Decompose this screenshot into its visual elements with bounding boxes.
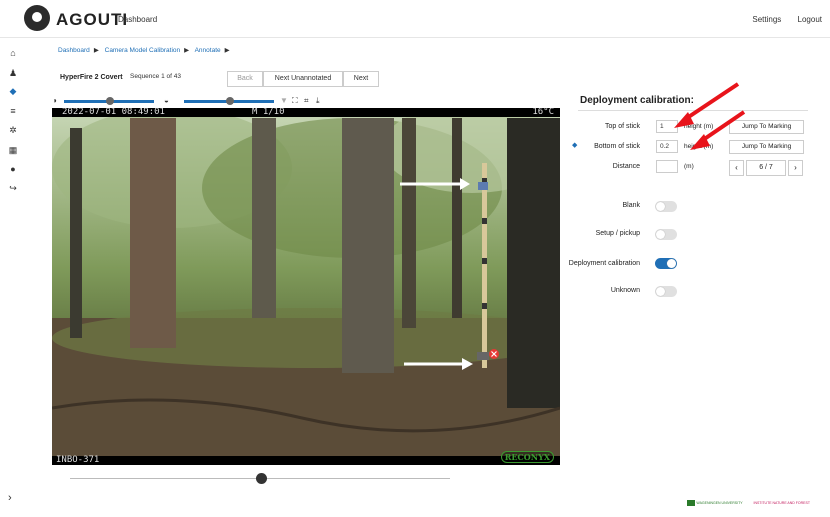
image-camera-id: INBO-371 xyxy=(56,455,100,465)
wageningen-logo-icon xyxy=(687,500,696,506)
download-icon[interactable]: ⤓ xyxy=(316,96,320,106)
top-of-stick-label: Top of stick xyxy=(604,123,640,130)
breadcrumb-separator: ▶ xyxy=(184,47,190,54)
bottom-of-stick-label: Bottom of stick xyxy=(594,143,640,150)
image-controls: ◑ ◒ ▼ ⛶ ⌗ ⤓ xyxy=(52,96,552,106)
top-right-links: Settings Logout xyxy=(738,15,822,24)
breadcrumb-calibration[interactable]: Camera Model Calibration xyxy=(105,47,181,54)
forest-scene xyxy=(52,108,560,465)
reconyx-logo: RECONYX xyxy=(500,451,554,463)
toggle-knob xyxy=(656,202,665,211)
crop-icon[interactable]: ⌗ xyxy=(304,96,309,106)
next-page-button[interactable]: › xyxy=(788,160,803,176)
blank-toggle[interactable] xyxy=(655,201,677,212)
contrast-slider-handle[interactable] xyxy=(226,97,234,105)
camera-name: HyperFire 2 Covert xyxy=(60,74,123,81)
next-button[interactable]: Next xyxy=(343,71,379,87)
breadcrumb: Dashboard ▶ Camera Model Calibration ▶ Ann… xyxy=(58,46,234,54)
distance-label: Distance xyxy=(612,163,640,170)
breadcrumb-separator: ▶ xyxy=(93,47,99,54)
image-timestamp: 2022-07-01 08:49:01 xyxy=(62,108,165,117)
gear-icon[interactable]: ✲ xyxy=(8,125,18,135)
annotation-arrows xyxy=(674,82,746,150)
prev-page-button[interactable]: ‹ xyxy=(729,160,744,176)
setup-pickup-toggle[interactable] xyxy=(655,229,677,240)
tag-icon[interactable]: ◆ xyxy=(8,86,18,96)
logout-link[interactable]: Logout xyxy=(798,15,822,24)
brightness-slider-handle[interactable] xyxy=(106,97,114,105)
deployment-calibration-toggle[interactable] xyxy=(655,258,677,269)
image-temperature: 16°C xyxy=(532,108,554,117)
unknown-label: Unknown xyxy=(610,287,640,294)
list-icon[interactable]: ≡ xyxy=(8,106,18,116)
agouti-logo-icon[interactable] xyxy=(24,5,50,31)
distance-input[interactable] xyxy=(656,160,678,173)
expand-sidebar-icon[interactable]: › xyxy=(8,492,12,504)
breadcrumb-separator: ▶ xyxy=(224,47,230,54)
settings-link[interactable]: Settings xyxy=(752,15,781,24)
page-indicator: 6 / 7 xyxy=(746,160,786,176)
users-icon[interactable]: ♟ xyxy=(8,68,18,78)
deployment-calibration-label: Deployment calibration xyxy=(568,260,640,267)
brightness-icon: ◑ xyxy=(52,96,57,105)
image-header-strip: 2022-07-01 08:49:01 M 1/10 16°C xyxy=(52,108,560,117)
next-unannotated-button[interactable]: Next Unannotated xyxy=(263,71,343,87)
partner-logos: WAGENINGEN UNIVERSITY INSTITUTE NATURE A… xyxy=(687,500,810,506)
wageningen-logo-text: WAGENINGEN UNIVERSITY xyxy=(696,500,743,505)
image-footer-strip: INBO-371 xyxy=(52,456,560,465)
sequence-scrubber-handle[interactable] xyxy=(256,473,267,484)
breadcrumb-annotate[interactable]: Annotate xyxy=(195,47,221,54)
breadcrumb-dashboard[interactable]: Dashboard xyxy=(58,47,90,54)
fullscreen-icon[interactable]: ⛶ xyxy=(292,96,298,106)
back-button[interactable]: Back xyxy=(227,71,263,87)
top-bar: AGOUTI Dashboard Settings Logout xyxy=(0,0,830,38)
inbo-logo-text: INSTITUTE NATURE AND FOREST xyxy=(753,500,810,505)
image-frame: M 1/10 xyxy=(252,108,285,117)
camera-trap-image[interactable]: 2022-07-01 08:49:01 M 1/10 16°C INBO-371… xyxy=(52,108,560,465)
nav-dashboard-link[interactable]: Dashboard xyxy=(118,15,157,24)
sidebar: ⌂ ♟ ◆ ≡ ✲ ▦ ● ↪ xyxy=(0,38,26,517)
distance-unit: (m) xyxy=(684,163,694,170)
blank-label: Blank xyxy=(622,202,640,209)
unknown-toggle[interactable] xyxy=(655,286,677,297)
toggle-knob xyxy=(667,259,676,268)
export-icon[interactable]: ↪ xyxy=(8,183,18,193)
toggle-knob xyxy=(656,230,665,239)
home-icon[interactable]: ⌂ xyxy=(8,48,18,58)
toggle-knob xyxy=(656,287,665,296)
grid-icon[interactable]: ▦ xyxy=(8,145,18,155)
user-icon[interactable]: ● xyxy=(8,164,18,174)
filter-icon[interactable]: ▼ xyxy=(280,96,288,106)
contrast-icon: ◒ xyxy=(164,96,169,105)
setup-pickup-label: Setup / pickup xyxy=(595,230,640,237)
sequence-label: Sequence 1 of 43 xyxy=(130,73,181,80)
